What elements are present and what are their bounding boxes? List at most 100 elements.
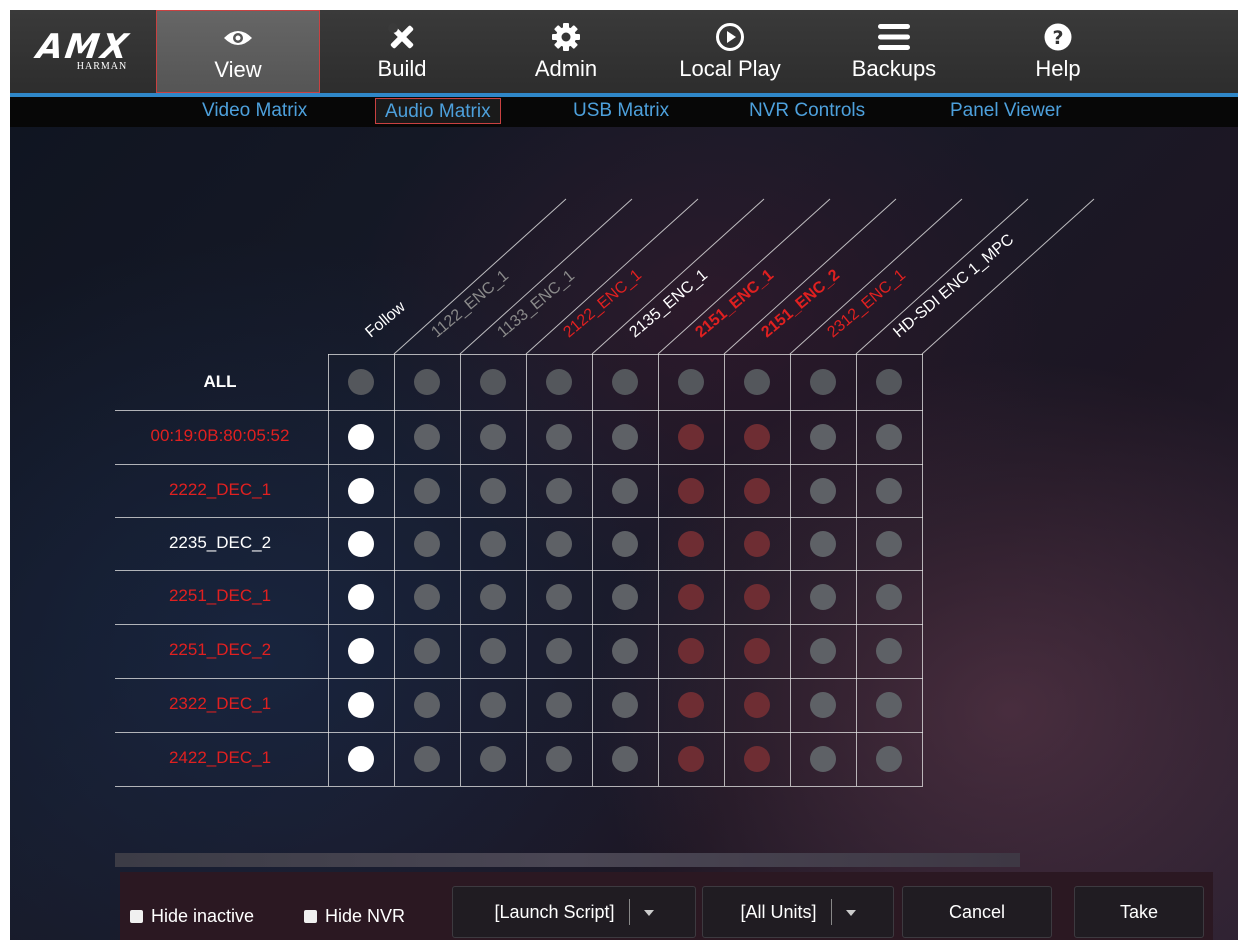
crosspoint-button[interactable] [876, 477, 902, 504]
hide-inactive-checkbox[interactable]: Hide inactive [130, 906, 254, 927]
crosspoint-button[interactable] [612, 746, 638, 772]
crosspoint-button[interactable] [810, 530, 836, 557]
crosspoint-button[interactable] [414, 424, 440, 450]
crosspoint-button[interactable] [546, 746, 572, 772]
crosspoint-button[interactable] [348, 746, 374, 772]
all-crosspoint-button[interactable] [810, 369, 836, 395]
all-crosspoint-button[interactable] [480, 369, 506, 395]
crosspoint-button[interactable] [678, 477, 704, 504]
crosspoint-button[interactable] [348, 692, 374, 718]
app-window: AMX HARMAN View Build Admin Local Play B… [10, 10, 1238, 940]
crosspoint-button[interactable] [612, 424, 638, 450]
crosspoint-button[interactable] [348, 477, 374, 504]
chevron-down-icon [643, 910, 654, 916]
row-label: 2251_DEC_2 [168, 640, 272, 659]
hide-inactive-label: Hide inactive [151, 906, 255, 926]
crosspoint-button[interactable] [612, 692, 638, 718]
crosspoint-button[interactable] [810, 477, 836, 504]
header-diagonal-line [657, 198, 831, 355]
crosspoint-button[interactable] [810, 584, 836, 610]
chevron-down-icon [845, 910, 856, 916]
all-crosspoint-button[interactable] [678, 369, 704, 395]
crosspoint-button[interactable] [744, 638, 770, 664]
row-label: 00:19:0B:80:05:52 [150, 426, 290, 445]
cancel-button[interactable]: Cancel [902, 886, 1052, 938]
crosspoint-button[interactable] [678, 530, 704, 557]
crosspoint-button[interactable] [612, 530, 638, 557]
crosspoint-button[interactable] [546, 477, 572, 504]
crosspoint-button[interactable] [810, 692, 836, 718]
crosspoint-button[interactable] [744, 530, 770, 557]
header-diagonal-line [789, 198, 963, 355]
crosspoint-button[interactable] [876, 692, 902, 718]
crosspoint-button[interactable] [480, 424, 506, 450]
take-button[interactable]: Take [1074, 886, 1204, 938]
crosspoint-button[interactable] [612, 477, 638, 504]
crosspoint-button[interactable] [480, 638, 506, 664]
crosspoint-button[interactable] [348, 638, 374, 664]
crosspoint-button[interactable] [876, 638, 902, 664]
all-crosspoint-button[interactable] [612, 369, 638, 395]
crosspoint-button[interactable] [414, 584, 440, 610]
all-units-select[interactable]: [All Units] [702, 886, 894, 938]
crosspoint-button[interactable] [744, 584, 770, 610]
crosspoint-button[interactable] [810, 746, 836, 772]
crosspoint-button[interactable] [546, 692, 572, 718]
crosspoint-button[interactable] [414, 477, 440, 504]
crosspoint-button[interactable] [480, 692, 506, 718]
crosspoint-button[interactable] [546, 584, 572, 610]
checkbox-icon [304, 910, 317, 923]
crosspoint-button[interactable] [414, 530, 440, 557]
crosspoint-button[interactable] [546, 638, 572, 664]
all-crosspoint-button[interactable] [744, 369, 770, 395]
header-diagonal-line [855, 198, 1029, 355]
row-label: 2422_DEC_1 [168, 748, 272, 767]
crosspoint-button[interactable] [348, 424, 374, 450]
header-diagonal-line [459, 198, 633, 355]
hide-nvr-checkbox[interactable]: Hide NVR [304, 906, 405, 927]
all-crosspoint-button[interactable] [876, 369, 902, 395]
crosspoint-button[interactable] [744, 746, 770, 772]
grid-line [115, 517, 923, 518]
crosspoint-button[interactable] [546, 424, 572, 450]
all-crosspoint-button[interactable] [546, 369, 572, 395]
crosspoint-button[interactable] [744, 424, 770, 450]
crosspoint-button[interactable] [612, 638, 638, 664]
crosspoint-button[interactable] [876, 530, 902, 557]
row-label: 2251_DEC_1 [168, 586, 272, 605]
crosspoint-button[interactable] [348, 530, 374, 557]
grid-line [115, 464, 923, 465]
grid-line [115, 786, 923, 787]
crosspoint-button[interactable] [480, 584, 506, 610]
crosspoint-button[interactable] [348, 584, 374, 610]
grid-line [115, 410, 923, 411]
header-diagonals [393, 198, 1095, 355]
crosspoint-button[interactable] [414, 638, 440, 664]
horizontal-scrollbar[interactable] [115, 853, 1020, 867]
crosspoint-button[interactable] [876, 424, 902, 450]
crosspoint-button[interactable] [414, 692, 440, 718]
all-crosspoint-button[interactable] [414, 369, 440, 395]
launch-script-select[interactable]: [Launch Script] [452, 886, 696, 938]
crosspoint-button[interactable] [876, 746, 902, 772]
crosspoint-button[interactable] [678, 692, 704, 718]
crosspoint-button[interactable] [810, 424, 836, 450]
launch-script-value: [Launch Script] [494, 901, 615, 922]
crosspoint-button[interactable] [810, 638, 836, 664]
grid-line [115, 732, 923, 733]
crosspoint-button[interactable] [678, 638, 704, 664]
crosspoint-button[interactable] [612, 584, 638, 610]
crosspoint-button[interactable] [744, 477, 770, 504]
crosspoint-button[interactable] [480, 477, 506, 504]
crosspoint-button[interactable] [876, 584, 902, 610]
crosspoint-button[interactable] [678, 424, 704, 450]
all-crosspoint-button[interactable] [348, 369, 374, 395]
crosspoint-button[interactable] [678, 746, 704, 772]
crosspoint-button[interactable] [744, 692, 770, 718]
grid-line [115, 570, 923, 571]
crosspoint-button[interactable] [414, 746, 440, 772]
crosspoint-button[interactable] [480, 530, 506, 557]
crosspoint-button[interactable] [678, 584, 704, 610]
crosspoint-button[interactable] [546, 530, 572, 557]
crosspoint-button[interactable] [480, 746, 506, 772]
